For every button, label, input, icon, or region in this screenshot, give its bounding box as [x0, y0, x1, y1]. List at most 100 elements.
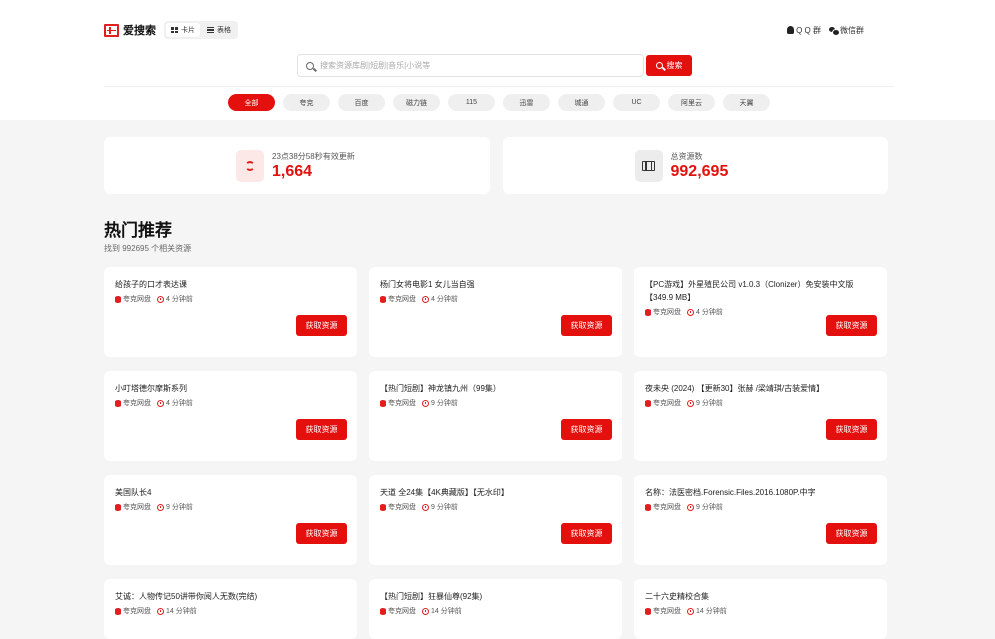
- get-resource-button[interactable]: 获取资源: [561, 419, 612, 440]
- section-title: 热门推荐: [104, 221, 172, 240]
- list-icon: [207, 27, 214, 33]
- grid-icon: [171, 27, 178, 33]
- card-title[interactable]: 杨门女将电影1 女儿当自强: [380, 278, 611, 291]
- card-time: 14 分钟前: [431, 608, 462, 615]
- card-time: 9 分钟前: [431, 504, 458, 511]
- card-view-button[interactable]: 卡片: [166, 23, 200, 37]
- resource-card: 名称：法医密档.Forensic.Files.2016.1080P.中字 夸克网…: [634, 475, 887, 565]
- resource-card: 夜未央 (2024) 【更新30】张赫 /梁靖琪/古装爱情】 夸克网盘 9 分钟…: [634, 371, 887, 461]
- search-box[interactable]: [297, 54, 644, 77]
- clock-icon: [687, 308, 694, 316]
- resource-card: 艾诚：人物传记50讲带你阅人无数(完结) 夸克网盘 14 分钟前: [104, 579, 357, 639]
- filter-bar: 全部 夸克 百度 磁力链 115 迅雷 城通 UC 阿里云 天翼: [228, 94, 770, 111]
- resource-card: 天道 全24集【4K典藏版】【无水印】 夸克网盘 9 分钟前 获取资源: [369, 475, 622, 565]
- card-meta: 夸克网盘 4 分钟前: [115, 398, 346, 408]
- header-divider: [104, 86, 894, 87]
- filter-tianyi[interactable]: 天翼: [723, 94, 770, 111]
- card-title[interactable]: 二十六史精校合集: [645, 590, 876, 603]
- card-meta: 夸克网盘 9 分钟前: [645, 502, 876, 512]
- disk-icon: [380, 399, 386, 407]
- card-meta: 夸克网盘 9 分钟前: [380, 502, 611, 512]
- card-source: 夸克网盘: [653, 400, 681, 407]
- card-source: 夸克网盘: [653, 504, 681, 511]
- card-time: 14 分钟前: [166, 608, 197, 615]
- get-resource-button[interactable]: 获取资源: [826, 523, 877, 544]
- disk-icon: [645, 308, 651, 316]
- clock-icon: [422, 607, 429, 615]
- logo-icon[interactable]: [104, 23, 119, 37]
- view-toggle: 卡片 表格: [164, 21, 238, 39]
- card-time: 14 分钟前: [696, 608, 727, 615]
- card-title[interactable]: 美国队长4: [115, 486, 346, 499]
- card-title[interactable]: 天道 全24集【4K典藏版】【无水印】: [380, 486, 611, 499]
- card-source: 夸克网盘: [123, 296, 151, 303]
- card-title[interactable]: 【PC游戏】外星殖民公司 v1.0.3（Clonizer）免安装中文版【349.…: [645, 278, 876, 304]
- stat-card-updated: 23点38分58秒有效更新 1,664: [104, 137, 490, 194]
- filter-chengtong[interactable]: 城通: [558, 94, 605, 111]
- clock-icon: [687, 503, 694, 511]
- card-title[interactable]: 【热门短剧】神龙镇九州（99集）: [380, 382, 611, 395]
- get-resource-button[interactable]: 获取资源: [296, 315, 347, 336]
- resource-card: 【PC游戏】外星殖民公司 v1.0.3（Clonizer）免安装中文版【349.…: [634, 267, 887, 357]
- resource-card: 【热门短剧】狂暴仙尊(92集) 夸克网盘 14 分钟前: [369, 579, 622, 639]
- clock-icon: [687, 607, 694, 615]
- qq-group-link[interactable]: Q Q 群: [787, 25, 821, 36]
- search-input[interactable]: [320, 61, 640, 70]
- card-title[interactable]: 给孩子的口才表达课: [115, 278, 346, 291]
- card-meta: 夸克网盘 14 分钟前: [380, 606, 611, 616]
- card-meta: 夸克网盘 4 分钟前: [380, 294, 611, 304]
- card-title[interactable]: 小叮塔德尔摩斯系列: [115, 382, 346, 395]
- card-meta: 夸克网盘 14 分钟前: [645, 606, 876, 616]
- card-title[interactable]: 【热门短剧】狂暴仙尊(92集): [380, 590, 611, 603]
- stats-row: 23点38分58秒有效更新 1,664 总资源数 992,695: [104, 137, 888, 194]
- qq-group-label: Q Q 群: [796, 25, 821, 35]
- card-title[interactable]: 夜未央 (2024) 【更新30】张赫 /梁靖琪/古装爱情】: [645, 382, 876, 395]
- wechat-group-label: 微信群: [840, 25, 864, 35]
- filter-magnet[interactable]: 磁力链: [393, 94, 440, 111]
- card-title[interactable]: 艾诚：人物传记50讲带你阅人无数(完结): [115, 590, 346, 603]
- get-resource-button[interactable]: 获取资源: [561, 315, 612, 336]
- get-resource-button[interactable]: 获取资源: [296, 523, 347, 544]
- get-resource-button[interactable]: 获取资源: [826, 315, 877, 336]
- brand-name[interactable]: 爱搜索: [123, 22, 156, 38]
- table-view-button[interactable]: 表格: [202, 23, 236, 37]
- card-time: 4 分钟前: [696, 309, 723, 316]
- clock-icon: [157, 295, 164, 303]
- resource-card: 小叮塔德尔摩斯系列 夸克网盘 4 分钟前 获取资源: [104, 371, 357, 461]
- filter-xunlei[interactable]: 迅雷: [503, 94, 550, 111]
- disk-icon: [380, 503, 386, 511]
- card-source: 夸克网盘: [123, 608, 151, 615]
- filter-aliyun[interactable]: 阿里云: [668, 94, 715, 111]
- card-meta: 夸克网盘 9 分钟前: [645, 398, 876, 408]
- card-meta: 夸克网盘 14 分钟前: [115, 606, 346, 616]
- card-time: 4 分钟前: [166, 400, 193, 407]
- filter-uc[interactable]: UC: [613, 94, 660, 111]
- get-resource-button[interactable]: 获取资源: [826, 419, 877, 440]
- filter-115[interactable]: 115: [448, 94, 495, 111]
- search-button-label: 搜索: [666, 61, 683, 70]
- filter-all[interactable]: 全部: [228, 94, 275, 111]
- card-title[interactable]: 名称：法医密档.Forensic.Files.2016.1080P.中字: [645, 486, 876, 499]
- card-time: 4 分钟前: [431, 296, 458, 303]
- resource-card: 美国队长4 夸克网盘 9 分钟前 获取资源: [104, 475, 357, 565]
- wechat-group-link[interactable]: 微信群: [829, 25, 864, 36]
- card-source: 夸克网盘: [123, 400, 151, 407]
- clock-icon: [157, 503, 164, 511]
- stat-card-total: 总资源数 992,695: [502, 137, 888, 194]
- get-resource-button[interactable]: 获取资源: [561, 523, 612, 544]
- disk-icon: [380, 607, 386, 615]
- filter-baidu[interactable]: 百度: [338, 94, 385, 111]
- refresh-icon: [236, 149, 264, 182]
- card-source: 夸克网盘: [388, 296, 416, 303]
- stat-updated-label: 23点38分58秒有效更新: [272, 151, 355, 161]
- filter-quark[interactable]: 夸克: [283, 94, 330, 111]
- search-icon: [306, 61, 314, 70]
- clock-icon: [687, 399, 694, 407]
- card-source: 夸克网盘: [123, 504, 151, 511]
- get-resource-button[interactable]: 获取资源: [296, 419, 347, 440]
- clock-icon: [422, 295, 429, 303]
- card-view-label: 卡片: [181, 27, 195, 34]
- card-time: 9 分钟前: [431, 400, 458, 407]
- search-button[interactable]: 搜索: [646, 55, 692, 76]
- disk-icon: [380, 295, 386, 303]
